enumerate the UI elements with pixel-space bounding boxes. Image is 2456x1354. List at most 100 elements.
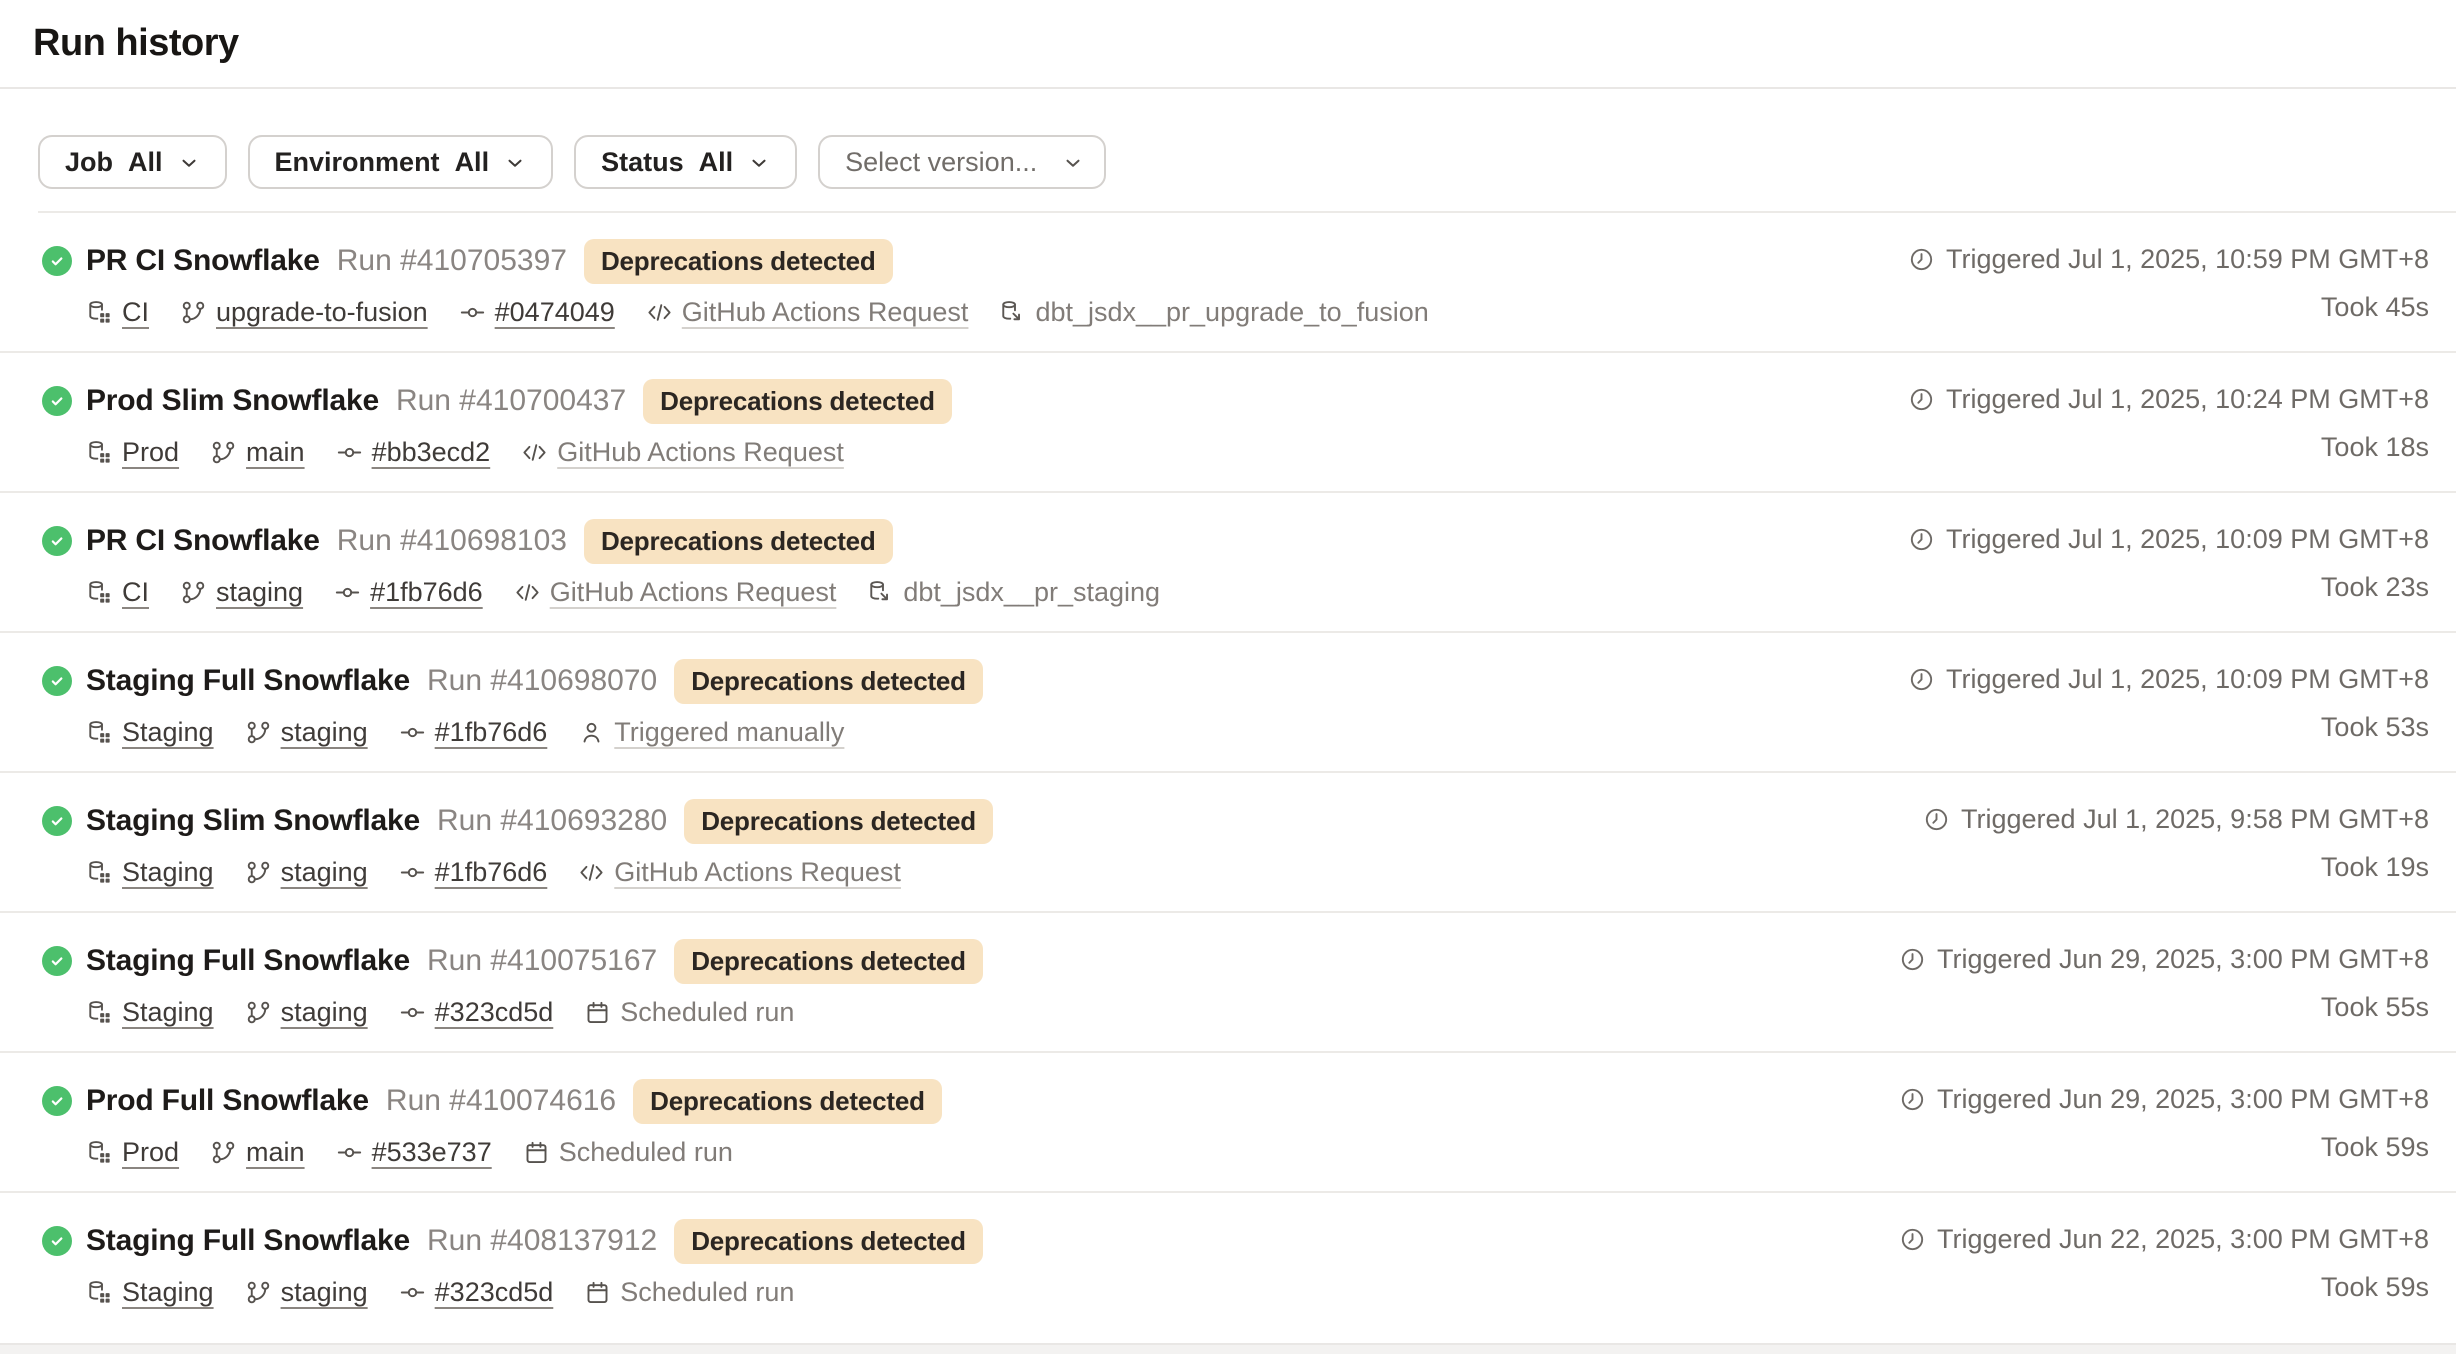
trigger-label[interactable]: GitHub Actions Request xyxy=(557,437,844,468)
environment-link[interactable]: Staging xyxy=(122,997,214,1028)
run-side: Triggered Jul 1, 2025, 9:58 PM GMT+8 Too… xyxy=(1923,801,2429,883)
run-row[interactable]: Staging Full Snowflake Run #410075167 De… xyxy=(0,913,2456,1053)
calendar-icon xyxy=(584,1279,611,1306)
commit-link[interactable]: #1fb76d6 xyxy=(435,857,548,888)
chevron-down-icon xyxy=(178,152,200,174)
run-row[interactable]: Prod Slim Snowflake Run #410700437 Depre… xyxy=(0,353,2456,493)
environment-link[interactable]: Staging xyxy=(122,857,214,888)
branch-link[interactable]: main xyxy=(246,437,305,468)
triggered-line: Triggered Jul 1, 2025, 9:58 PM GMT+8 xyxy=(1923,804,2429,835)
job-filter-button[interactable]: Job All xyxy=(38,135,227,189)
bottom-scroll-strip[interactable] xyxy=(0,1343,2456,1354)
environment-link[interactable]: CI xyxy=(122,297,149,328)
run-row[interactable]: Prod Full Snowflake Run #410074616 Depre… xyxy=(0,1053,2456,1193)
trigger-label[interactable]: GitHub Actions Request xyxy=(682,297,969,328)
environment-filter-button[interactable]: Environment All xyxy=(248,135,554,189)
run-number[interactable]: Run #410698070 xyxy=(427,664,657,698)
commit-item: #533e737 xyxy=(336,1137,492,1168)
triggered-line: Triggered Jul 1, 2025, 10:09 PM GMT+8 xyxy=(1908,524,2429,555)
git-commit-icon xyxy=(399,859,426,886)
git-commit-icon xyxy=(336,1139,363,1166)
clock-icon xyxy=(1908,246,1935,273)
git-commit-icon xyxy=(336,439,363,466)
run-success-icon xyxy=(42,666,72,696)
commit-link[interactable]: #323cd5d xyxy=(435,997,554,1028)
git-branch-icon xyxy=(245,859,272,886)
environment-item: Prod xyxy=(86,1137,179,1168)
branch-link[interactable]: staging xyxy=(281,997,368,1028)
run-success-icon xyxy=(42,1226,72,1256)
trigger-label: Scheduled run xyxy=(559,1137,733,1168)
run-number[interactable]: Run #410700437 xyxy=(396,384,626,418)
duration-label: Took 53s xyxy=(2321,712,2429,743)
run-number[interactable]: Run #410074616 xyxy=(386,1084,616,1118)
clock-icon xyxy=(1908,386,1935,413)
clock-icon xyxy=(1899,1226,1926,1253)
run-number[interactable]: Run #408137912 xyxy=(427,1224,657,1258)
branch-item: staging xyxy=(245,997,368,1028)
trigger-label[interactable]: GitHub Actions Request xyxy=(614,857,901,888)
environment-link[interactable]: Prod xyxy=(122,1137,179,1168)
run-number[interactable]: Run #410693280 xyxy=(437,804,667,838)
branch-link[interactable]: staging xyxy=(281,1277,368,1308)
run-row[interactable]: Staging Slim Snowflake Run #410693280 De… xyxy=(0,773,2456,913)
run-main: Prod Full Snowflake Run #410074616 Depre… xyxy=(86,1081,942,1170)
git-commit-icon xyxy=(334,579,361,606)
code-icon xyxy=(521,439,548,466)
environment-link[interactable]: Prod xyxy=(122,437,179,468)
trigger-label[interactable]: GitHub Actions Request xyxy=(550,577,837,608)
run-job-name[interactable]: Staging Slim Snowflake xyxy=(86,804,420,838)
clock-icon xyxy=(1908,526,1935,553)
run-title-line: Staging Slim Snowflake Run #410693280 De… xyxy=(86,801,993,841)
run-job-name[interactable]: PR CI Snowflake xyxy=(86,524,320,558)
run-job-name[interactable]: Prod Full Snowflake xyxy=(86,1084,369,1118)
run-job-name[interactable]: PR CI Snowflake xyxy=(86,244,320,278)
run-title-line: Staging Full Snowflake Run #410698070 De… xyxy=(86,661,983,701)
commit-link[interactable]: #bb3ecd2 xyxy=(372,437,491,468)
schema-item: dbt_jsdx__pr_upgrade_to_fusion xyxy=(999,297,1428,328)
commit-link[interactable]: #1fb76d6 xyxy=(370,577,483,608)
run-row[interactable]: Staging Full Snowflake Run #408137912 De… xyxy=(0,1193,2456,1333)
triggered-line: Triggered Jul 1, 2025, 10:24 PM GMT+8 xyxy=(1908,384,2429,415)
environment-link[interactable]: CI xyxy=(122,577,149,608)
run-number[interactable]: Run #410705397 xyxy=(337,244,567,278)
run-job-name[interactable]: Staging Full Snowflake xyxy=(86,944,410,978)
branch-link[interactable]: staging xyxy=(281,717,368,748)
branch-link[interactable]: staging xyxy=(216,577,303,608)
environment-link[interactable]: Staging xyxy=(122,1277,214,1308)
trigger-item: GitHub Actions Request xyxy=(521,437,844,468)
trigger-label[interactable]: Triggered manually xyxy=(614,717,844,748)
run-job-name[interactable]: Prod Slim Snowflake xyxy=(86,384,379,418)
commit-link[interactable]: #323cd5d xyxy=(435,1277,554,1308)
duration-label: Took 18s xyxy=(2321,432,2429,463)
run-job-name[interactable]: Staging Full Snowflake xyxy=(86,1224,410,1258)
run-side: Triggered Jun 29, 2025, 3:00 PM GMT+8 To… xyxy=(1899,941,2429,1023)
schema-name: dbt_jsdx__pr_upgrade_to_fusion xyxy=(1035,297,1428,328)
environment-item: CI xyxy=(86,577,149,608)
environment-link[interactable]: Staging xyxy=(122,717,214,748)
commit-link[interactable]: #1fb76d6 xyxy=(435,717,548,748)
commit-link[interactable]: #0474049 xyxy=(495,297,615,328)
commit-link[interactable]: #533e737 xyxy=(372,1137,492,1168)
environment-filter-label: Environment xyxy=(275,147,440,178)
run-main: Staging Slim Snowflake Run #410693280 De… xyxy=(86,801,993,890)
run-number[interactable]: Run #410698103 xyxy=(337,524,567,558)
version-filter-select[interactable]: Select version... xyxy=(818,135,1106,189)
branch-link[interactable]: upgrade-to-fusion xyxy=(216,297,428,328)
run-row[interactable]: PR CI Snowflake Run #410698103 Deprecati… xyxy=(0,493,2456,633)
environment-item: CI xyxy=(86,297,149,328)
run-job-name[interactable]: Staging Full Snowflake xyxy=(86,664,410,698)
run-side: Triggered Jul 1, 2025, 10:09 PM GMT+8 To… xyxy=(1908,521,2429,603)
branch-link[interactable]: main xyxy=(246,1137,305,1168)
deprecations-badge: Deprecations detected xyxy=(684,799,993,844)
branch-link[interactable]: staging xyxy=(281,857,368,888)
status-filter-button[interactable]: Status All xyxy=(574,135,797,189)
run-success-icon xyxy=(42,386,72,416)
run-side: Triggered Jun 29, 2025, 3:00 PM GMT+8 To… xyxy=(1899,1081,2429,1163)
run-row[interactable]: PR CI Snowflake Run #410705397 Deprecati… xyxy=(0,213,2456,353)
run-row[interactable]: Staging Full Snowflake Run #410698070 De… xyxy=(0,633,2456,773)
run-main: Staging Full Snowflake Run #410075167 De… xyxy=(86,941,983,1030)
run-number[interactable]: Run #410075167 xyxy=(427,944,657,978)
run-side: Triggered Jul 1, 2025, 10:59 PM GMT+8 To… xyxy=(1908,241,2429,323)
run-meta-line: Prod main xyxy=(86,434,952,470)
